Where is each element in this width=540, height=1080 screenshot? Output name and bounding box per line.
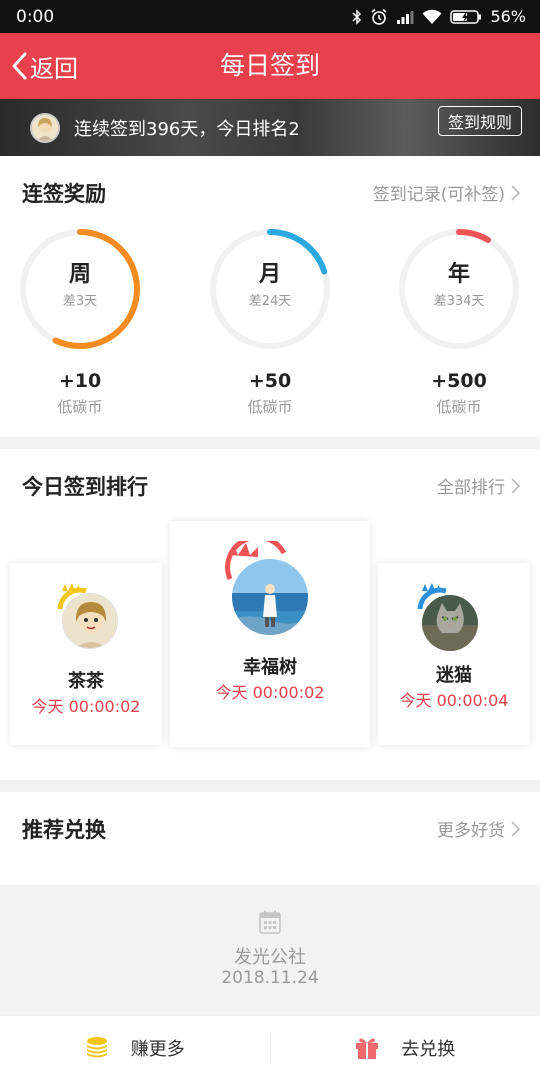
- earn-more-button[interactable]: 赚更多: [0, 1016, 270, 1080]
- ranking-entry-3[interactable]: 迷猫 今天 00:00:04: [378, 563, 530, 745]
- redeem-button[interactable]: 去兑换: [271, 1016, 540, 1080]
- bluetooth-icon: [352, 8, 362, 25]
- redeem-label: 去兑换: [401, 1039, 456, 1060]
- avatar[interactable]: [422, 595, 478, 651]
- ranking-entry-1[interactable]: 茶茶 今天 00:00:02: [10, 563, 162, 745]
- sign-in-records-link[interactable]: 签到记录(可补签): [373, 180, 520, 205]
- reward-ring-month[interactable]: 月 差24天: [209, 228, 331, 350]
- chevron-right-icon: [511, 820, 520, 837]
- earn-more-label: 赚更多: [130, 1039, 185, 1060]
- year-progress-ring: [399, 229, 519, 349]
- ranking-time: 今天 00:00:04: [399, 691, 509, 710]
- year-remaining: 差334天: [433, 294, 485, 309]
- streak-rewards-card: 连签奖励 签到记录(可补签) 周 差3天 +10 低碳币 月 差24天 +50 …: [0, 156, 540, 437]
- gift-icon: [356, 1038, 379, 1059]
- status-bar: 0:00 56%: [0, 0, 540, 33]
- week-reward-unit: 低碳币: [57, 398, 103, 416]
- reward-ring-year[interactable]: 年 差334天: [398, 228, 520, 350]
- calendar-icon: [259, 910, 281, 934]
- exchange-item-date: 2018.11.24: [221, 968, 319, 988]
- exchange-item-name: 发光公社: [234, 947, 306, 968]
- ranking-name: 迷猫: [436, 665, 472, 686]
- user-avatar[interactable]: [30, 112, 60, 143]
- month-progress-ring: [210, 229, 330, 349]
- week-reward-amount: +10: [58, 370, 102, 392]
- more-goods-link[interactable]: 更多好货: [437, 816, 520, 841]
- ranking-time: 今天 00:00:02: [31, 697, 141, 716]
- chevron-right-icon: [511, 477, 520, 494]
- coins-icon: [86, 1037, 107, 1058]
- week-label: 周: [68, 262, 91, 287]
- avatar[interactable]: [62, 593, 118, 649]
- reward-ring-week[interactable]: 周 差3天: [19, 228, 141, 350]
- month-reward-unit: 低碳币: [247, 398, 293, 416]
- more-goods-label: 更多好货: [437, 821, 505, 841]
- sign-in-rules-button[interactable]: 签到规则: [438, 106, 522, 136]
- rewards-title: 连签奖励: [22, 182, 106, 206]
- chevron-right-icon: [511, 184, 520, 201]
- month-remaining: 差24天: [248, 294, 292, 309]
- recommended-exchange-card: 推荐兑换 更多好货: [0, 792, 540, 885]
- battery-charging-icon: [450, 9, 482, 25]
- year-label: 年: [447, 262, 470, 287]
- signal-icon: [396, 9, 414, 25]
- exchange-title: 推荐兑换: [22, 818, 106, 842]
- nav-bar: 返回 每日签到: [0, 33, 540, 99]
- avatar[interactable]: [232, 559, 308, 635]
- all-rankings-label: 全部排行: [437, 478, 505, 498]
- week-progress-ring: [20, 229, 140, 349]
- bottom-bar: 赚更多 去兑换: [0, 1015, 540, 1080]
- battery-level: 56%: [490, 7, 526, 26]
- back-button[interactable]: 返回: [10, 33, 78, 99]
- ranking-name: 茶茶: [68, 671, 104, 692]
- back-label: 返回: [30, 54, 78, 83]
- ranking-time: 今天 00:00:02: [215, 683, 325, 702]
- exchange-item[interactable]: 发光公社 2018.11.24: [0, 885, 540, 1015]
- year-reward-amount: +500: [431, 370, 487, 392]
- status-time: 0:00: [16, 6, 55, 27]
- chevron-left-icon: [12, 52, 27, 80]
- year-reward-unit: 低碳币: [436, 398, 482, 416]
- ranking-name: 幸福树: [243, 657, 297, 678]
- ranking-entry-2[interactable]: 幸福树 今天 00:00:02: [170, 521, 370, 747]
- week-remaining: 差3天: [62, 294, 98, 309]
- alarm-icon: [370, 8, 388, 26]
- page-title: 每日签到: [219, 51, 320, 80]
- sign-in-records-label: 签到记录(可补签): [372, 185, 505, 205]
- ranking-title: 今日签到排行: [22, 475, 148, 499]
- month-label: 月: [258, 262, 281, 287]
- daily-ranking-card: 今日签到排行 全部排行 茶茶 今天 00:00:02 幸福树 今天 00:00:…: [0, 449, 540, 780]
- all-rankings-link[interactable]: 全部排行: [437, 473, 520, 498]
- month-reward-amount: +50: [248, 370, 292, 392]
- status-icons: 56%: [352, 7, 526, 26]
- streak-text: 连续签到396天，今日排名2: [74, 118, 300, 140]
- wifi-icon: [422, 9, 442, 25]
